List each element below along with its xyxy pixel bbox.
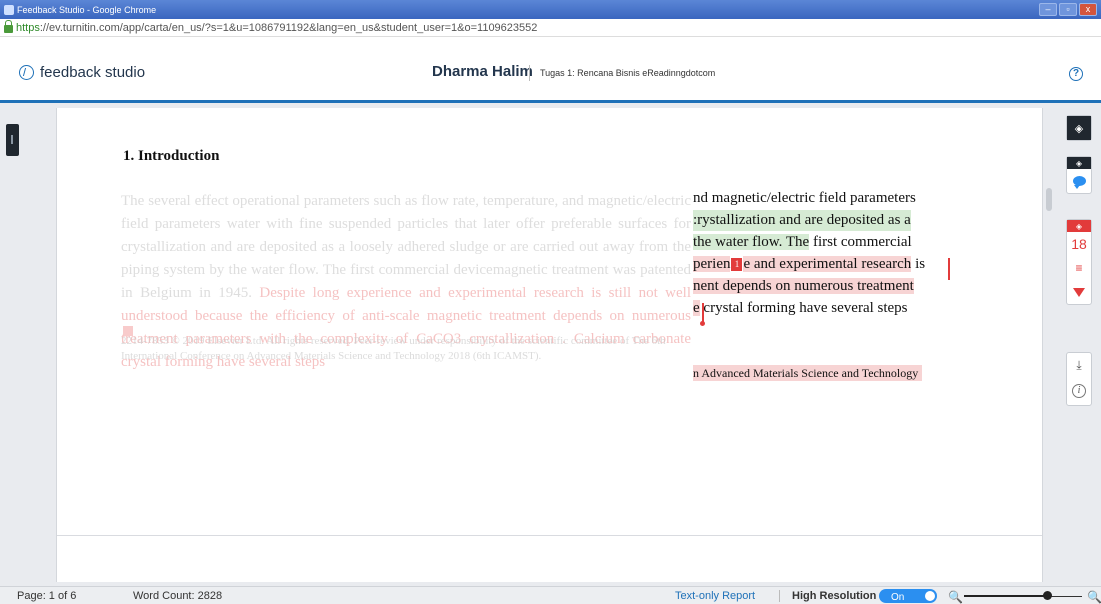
window-controls: – ▫ x	[1039, 3, 1097, 16]
high-resolution-toggle[interactable]: On	[879, 589, 937, 603]
word-count: Word Count: 2828	[133, 590, 223, 602]
download-button[interactable]: ⤓	[1067, 353, 1091, 377]
text-line-4-content: is	[911, 256, 926, 272]
grading-panel: ◈	[1066, 156, 1092, 194]
red-match-span-3[interactable]: nent	[693, 278, 723, 294]
layers-icon: ◈	[1074, 122, 1084, 135]
close-window-button[interactable]: x	[1079, 3, 1097, 16]
match-end-marker	[948, 258, 950, 280]
window-title: Feedback Studio - Google Chrome	[17, 4, 157, 15]
layers-panel: ◈	[1066, 115, 1092, 141]
utility-panel: ⤓ i	[1066, 352, 1092, 406]
chrome-app-icon	[4, 4, 14, 15]
page-indicator: Page: 1 of 6	[17, 590, 77, 602]
text-line-3-content: first commercial	[809, 234, 912, 250]
address-bar[interactable]: https ://ev.turnitin.com/app/carta/en_us…	[0, 19, 1101, 37]
submission-info-button[interactable]: i	[1067, 377, 1091, 405]
url-scheme: https	[16, 21, 40, 34]
side-panel-toggle[interactable]	[6, 124, 19, 156]
feedback-studio-logo-icon	[19, 65, 34, 80]
zoom-slider-fill	[964, 595, 1047, 597]
text-line-3: the water flow. The first commercial	[693, 232, 912, 253]
download-icon: ⤓	[1076, 357, 1082, 372]
similarity-score: 18	[1071, 236, 1087, 252]
match-overview-button[interactable]: ≡	[1067, 256, 1091, 280]
green-match-span[interactable]: the water flow. The	[693, 234, 810, 250]
document-page: 1. Introduction The several effect opera…	[56, 108, 1043, 582]
text-line-5: nent depends on numerous treatment	[693, 276, 914, 297]
feedback-studio-logo[interactable]: feedback studio	[19, 64, 145, 81]
high-resolution-label: High Resolution	[792, 590, 877, 602]
red-match-span-1[interactable]: perien	[693, 256, 731, 272]
layers-button[interactable]: ◈	[1067, 116, 1091, 140]
filter-icon	[1073, 287, 1085, 297]
red-match-span-2[interactable]: e and experimental research	[743, 256, 912, 272]
status-divider	[779, 590, 780, 602]
grading-layer-icon: ◈	[1075, 158, 1083, 168]
minimize-button[interactable]: –	[1039, 3, 1057, 16]
page-separator	[57, 535, 1042, 536]
toggle-knob	[925, 591, 935, 601]
filter-button[interactable]	[1067, 280, 1091, 304]
text-line-6: e crystal forming have several steps	[693, 298, 908, 319]
text-line-2-content: :rystallization and are deposited as a	[693, 212, 911, 228]
comment-icon	[1072, 176, 1086, 189]
document-scrollbar[interactable]	[1046, 188, 1052, 211]
status-bar: Page: 1 of 6 Word Count: 2828 Text-only …	[0, 586, 1101, 604]
text-only-report-link[interactable]: Text-only Report	[675, 590, 755, 602]
lock-icon	[4, 20, 13, 33]
help-icon[interactable]: ?	[1069, 67, 1083, 81]
feedback-summary-button[interactable]	[1067, 169, 1091, 193]
similarity-score-button[interactable]: 18	[1067, 232, 1091, 256]
zoom-out-icon[interactable]: 🔍	[948, 590, 963, 604]
faded-footnote: 2214-7853 © 2019 Elsevier Ltd. All right…	[121, 335, 666, 362]
student-name: Dharma Halim	[432, 63, 533, 80]
similarity-layer-header: ◈	[1067, 220, 1091, 232]
url-text: ://ev.turnitin.com/app/carta/en_us/?s=1&…	[39, 21, 538, 34]
text-line-2[interactable]: :rystallization and are deposited as a	[693, 210, 911, 231]
window-titlebar: Feedback Studio - Google Chrome – ▫ x	[0, 0, 1101, 19]
app-header: feedback studio Dharma Halim Tugas 1: Re…	[0, 37, 1101, 103]
match-caret-dot	[700, 321, 705, 326]
toggle-state: On	[891, 592, 905, 603]
text-line-1: nd magnetic/electric field parameters	[693, 188, 916, 209]
zoom-in-icon[interactable]: 🔍	[1087, 590, 1101, 604]
match-overview-icon: ≡	[1075, 261, 1083, 275]
grading-layer-header: ◈	[1067, 157, 1091, 169]
zoom-slider-handle[interactable]	[1042, 591, 1052, 600]
info-icon: i	[1072, 384, 1086, 398]
similarity-panel: ◈ 18 ≡	[1066, 219, 1092, 305]
assignment-title: Tugas 1: Rencana Bisnis eReadinngdotcom	[540, 68, 716, 78]
brand-name: feedback studio	[40, 64, 146, 81]
red-match-span-5[interactable]: e	[693, 300, 700, 316]
section-heading: 1. Introduction	[123, 148, 220, 164]
match-number-badge[interactable]: 1	[731, 258, 743, 272]
text-line-6-content: crystal forming have several steps	[699, 300, 908, 316]
match-caret-line	[702, 303, 704, 323]
maximize-button[interactable]: ▫	[1059, 3, 1077, 16]
similarity-layer-icon: ◈	[1075, 221, 1083, 231]
text-line-1-content: nd magnetic/electric field parameters	[693, 190, 916, 206]
text-line-4: perien 1 e and experimental research is	[693, 254, 925, 275]
magnified-footnote[interactable]: n Advanced Materials Science and Technol…	[693, 365, 923, 381]
header-divider	[529, 65, 530, 81]
red-match-span-4[interactable]: depends on numerous treatment	[722, 278, 914, 294]
